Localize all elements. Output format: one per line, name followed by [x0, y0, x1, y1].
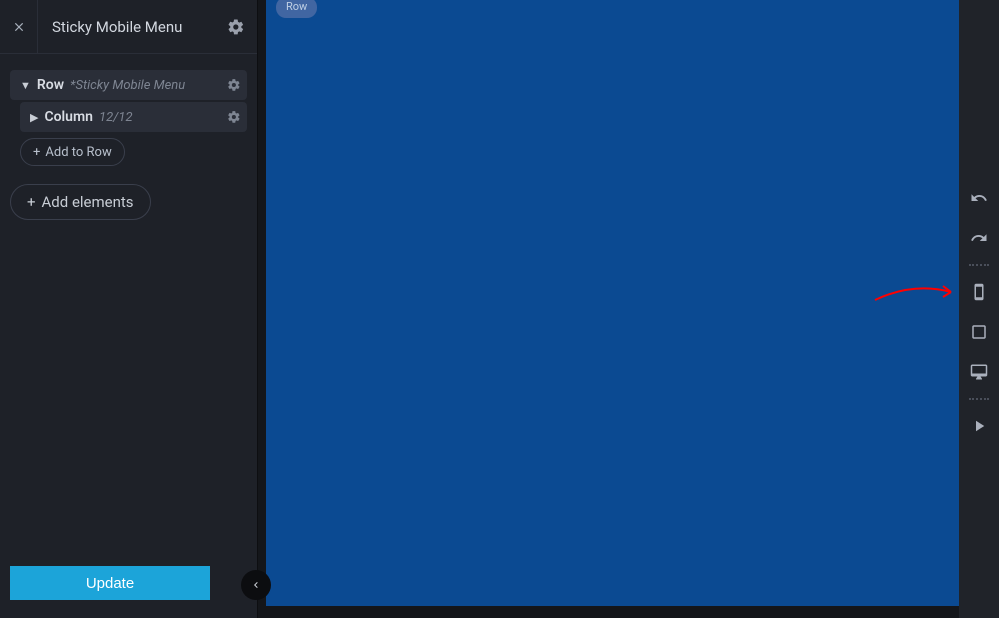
redo-icon — [970, 229, 988, 247]
tree-row-meta: *Sticky Mobile Menu — [70, 78, 185, 93]
mobile-icon — [970, 283, 988, 301]
element-tree: ▼ Row *Sticky Mobile Menu ▶ Column 12/12… — [0, 54, 257, 566]
add-to-row-label: Add to Row — [45, 145, 111, 160]
sidebar: Sticky Mobile Menu ▼ Row *Sticky Mobile … — [0, 0, 258, 618]
update-button[interactable]: Update — [10, 566, 210, 600]
close-button[interactable] — [0, 0, 38, 54]
tree-row[interactable]: ▼ Row *Sticky Mobile Menu — [10, 70, 247, 100]
play-button[interactable] — [959, 406, 999, 446]
tree-column-label: Column — [44, 109, 93, 125]
preview-canvas[interactable]: Row — [266, 0, 959, 606]
collapse-sidebar-button[interactable] — [241, 570, 271, 600]
gear-icon — [227, 110, 241, 124]
app-root: Sticky Mobile Menu ▼ Row *Sticky Mobile … — [0, 0, 999, 618]
row-badge: Row — [276, 0, 317, 18]
add-elements-button[interactable]: + Add elements — [10, 184, 151, 220]
canvas-area: Row — [258, 0, 959, 618]
tablet-icon — [970, 323, 988, 341]
plus-icon: + — [33, 145, 40, 160]
tablet-view-button[interactable] — [959, 312, 999, 352]
tree-column-meta: 12/12 — [99, 110, 133, 125]
column-settings-button[interactable] — [227, 110, 241, 124]
add-to-row-button[interactable]: + Add to Row — [20, 138, 125, 166]
right-toolbar — [959, 0, 999, 618]
undo-button[interactable] — [959, 178, 999, 218]
plus-icon: + — [27, 193, 36, 211]
gear-icon — [227, 78, 241, 92]
update-label: Update — [86, 575, 134, 592]
sidebar-footer: Update — [0, 566, 257, 618]
play-icon — [970, 417, 988, 435]
tree-row-label: Row — [37, 77, 64, 93]
gear-icon — [227, 18, 245, 36]
caret-right-icon: ▶ — [30, 111, 38, 124]
sidebar-header: Sticky Mobile Menu — [0, 0, 257, 54]
mobile-view-button[interactable] — [959, 272, 999, 312]
add-elements-label: Add elements — [42, 193, 134, 211]
caret-down-icon: ▼ — [20, 79, 31, 92]
toolbar-divider — [969, 264, 989, 266]
desktop-view-button[interactable] — [959, 352, 999, 392]
undo-icon — [970, 189, 988, 207]
tree-column[interactable]: ▶ Column 12/12 — [20, 102, 247, 132]
desktop-icon — [970, 363, 988, 381]
close-icon — [12, 20, 26, 34]
chevron-left-icon — [250, 579, 262, 591]
settings-button[interactable] — [215, 18, 257, 36]
page-title: Sticky Mobile Menu — [38, 18, 215, 36]
redo-button[interactable] — [959, 218, 999, 258]
toolbar-divider — [969, 398, 989, 400]
row-settings-button[interactable] — [227, 78, 241, 92]
